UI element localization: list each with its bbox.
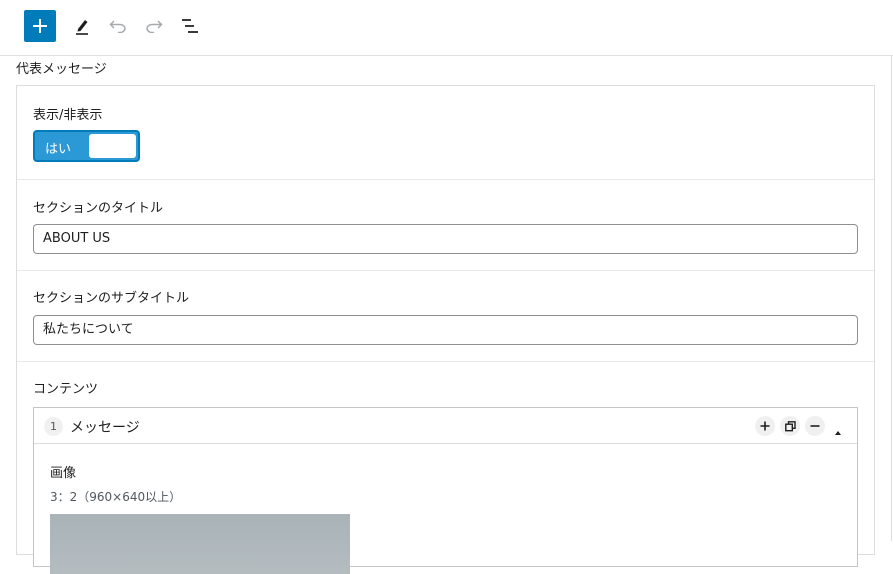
subtitle-field: セクションのサブタイトル 私たちについて	[17, 271, 874, 362]
title-input[interactable]: ABOUT US	[33, 224, 858, 254]
remove-item-button[interactable]	[805, 416, 825, 436]
sidebar-divider	[891, 56, 892, 541]
toggle-knob	[89, 134, 136, 158]
list-outline-icon	[182, 19, 198, 33]
repeater-item-header[interactable]: 1 メッセージ	[34, 408, 857, 444]
add-block-button[interactable]	[24, 10, 56, 42]
editor-toolbar	[0, 0, 893, 56]
image-size-hint: 3：2（960×640以上）	[50, 490, 182, 504]
plus-icon	[33, 19, 47, 33]
add-item-button[interactable]	[755, 416, 775, 436]
toggle-label: はい	[45, 142, 72, 157]
subtitle-input[interactable]: 私たちについて	[33, 315, 858, 345]
plus-icon	[760, 421, 770, 431]
title-label: セクションのタイトル	[33, 201, 164, 216]
image-preview[interactable]	[50, 514, 350, 574]
settings-panel: 表示/非表示 はい セクションのタイトル ABOUT US セクションのサブタイ…	[16, 85, 875, 574]
pencil-icon	[76, 20, 88, 35]
repeater-item-title: メッセージ	[70, 420, 140, 436]
undo-icon	[109, 20, 126, 33]
visibility-label: 表示/非表示	[33, 108, 103, 123]
subtitle-label: セクションのサブタイトル	[33, 291, 190, 306]
contents-label: コンテンツ	[33, 382, 99, 397]
collapse-toggle[interactable]	[834, 422, 842, 435]
visibility-toggle[interactable]: はい	[33, 130, 140, 162]
minus-icon	[810, 425, 820, 427]
redo-icon	[146, 20, 163, 33]
document-outline-button[interactable]	[174, 10, 206, 42]
undo-button[interactable]	[102, 10, 134, 42]
repeater-item-body: 画像 3：2（960×640以上）	[34, 445, 857, 574]
duplicate-item-button[interactable]	[780, 416, 800, 436]
visibility-field: 表示/非表示 はい	[17, 86, 874, 180]
contents-repeater-item: 1 メッセージ 画像 3：2（960×640以上）	[33, 407, 858, 574]
duplicate-icon	[784, 420, 796, 431]
edit-mode-button[interactable]	[66, 10, 98, 42]
title-field: セクションのタイトル ABOUT US	[17, 180, 874, 271]
section-label: 代表メッセージ	[16, 62, 107, 77]
redo-button[interactable]	[138, 10, 170, 42]
image-field-label: 画像	[50, 466, 77, 481]
caret-up-icon	[835, 431, 841, 435]
repeater-item-index: 1	[44, 417, 63, 436]
